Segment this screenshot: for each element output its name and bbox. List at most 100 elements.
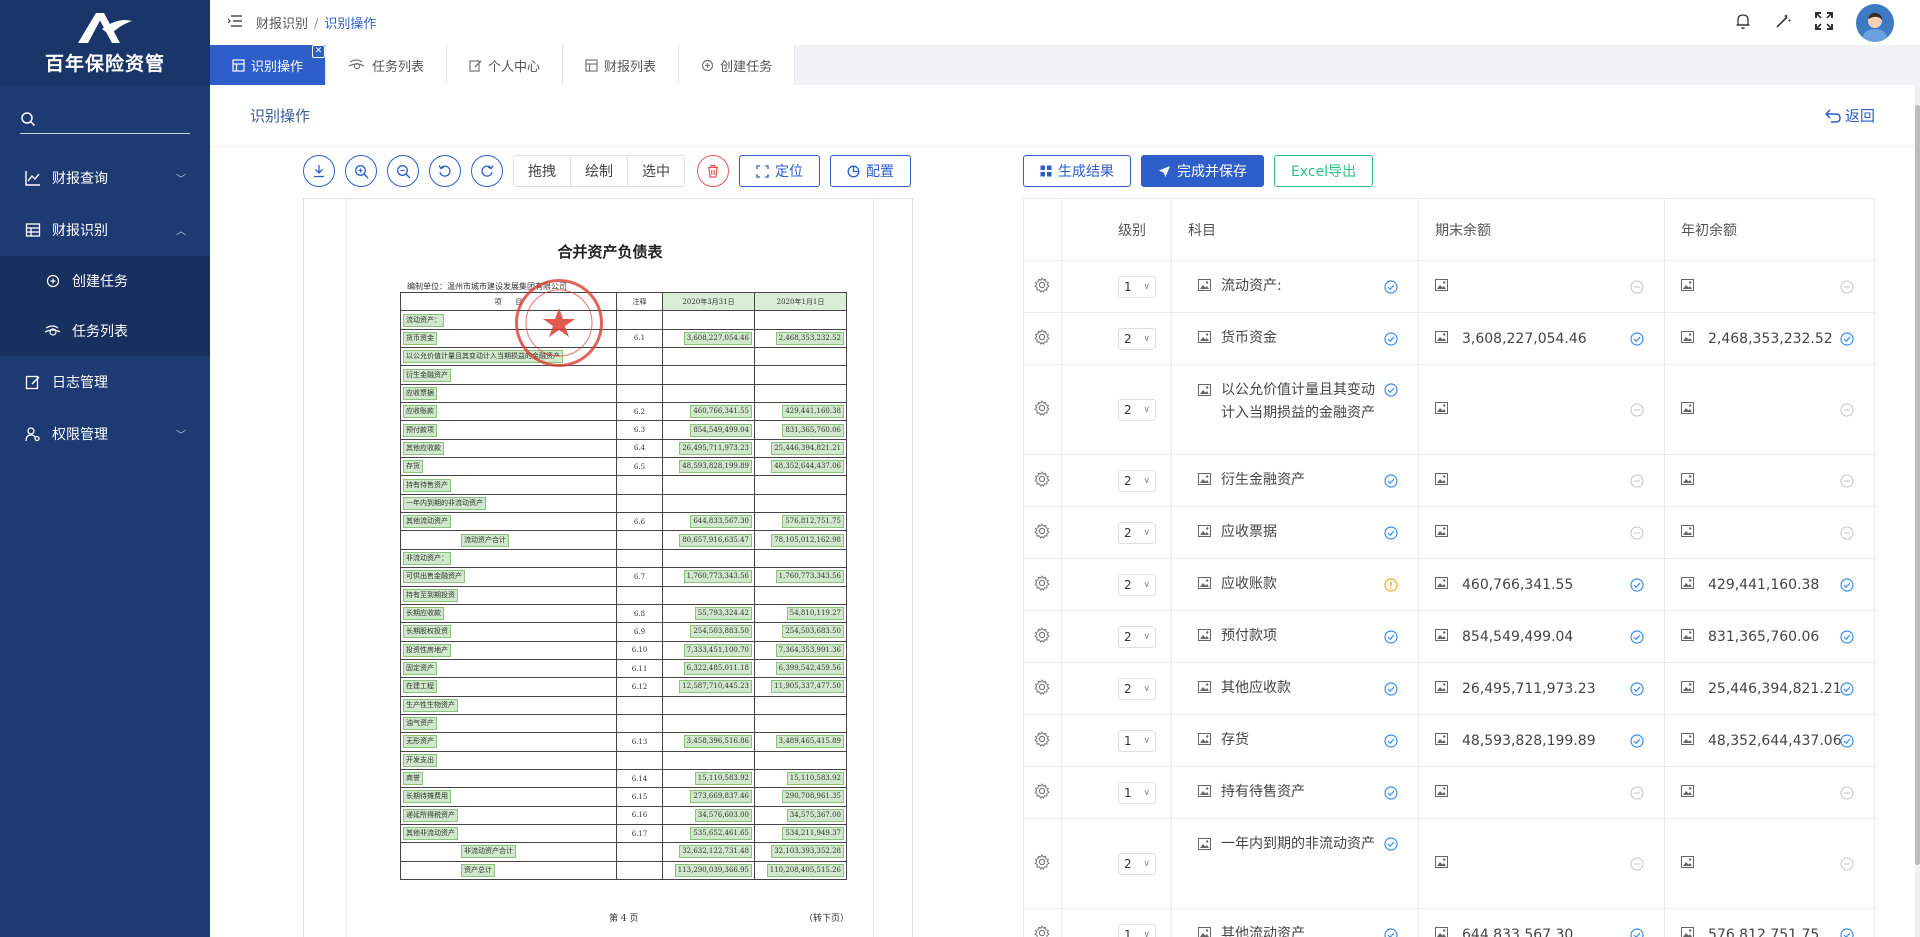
image-icon[interactable] (1198, 472, 1211, 489)
image-icon[interactable] (1198, 576, 1211, 593)
scrollbar-thumb[interactable] (1915, 105, 1920, 865)
gear-icon[interactable] (1034, 678, 1050, 699)
doc-item-text[interactable]: 持有待售资产 (403, 478, 451, 492)
image-icon[interactable] (1198, 784, 1211, 801)
gear-icon[interactable] (1034, 574, 1050, 595)
image-icon[interactable] (1435, 628, 1448, 645)
image-icon[interactable] (1435, 401, 1448, 418)
doc-item-text[interactable]: 长期股权投资 (403, 625, 451, 639)
image-icon[interactable] (1435, 680, 1448, 697)
doc-period-begin-text[interactable]: 254,503,683.50 (782, 625, 844, 639)
sidebar-item-task-list[interactable]: 任务列表 (0, 306, 210, 356)
doc-item-text[interactable]: 生产性生物资产 (403, 698, 458, 712)
level-select[interactable]: 2 ∨ (1118, 398, 1156, 421)
gear-icon[interactable] (1034, 782, 1050, 803)
image-icon[interactable] (1435, 732, 1448, 749)
tab-personal-center[interactable]: 个人中心 (447, 45, 564, 85)
rotate-right-button[interactable] (471, 155, 503, 187)
gear-icon[interactable] (1034, 522, 1050, 543)
doc-period-begin-text[interactable]: 576,812,751.75 (782, 515, 844, 529)
sidebar-search[interactable] (0, 86, 210, 146)
doc-period-begin-text[interactable]: 534,211,949.37 (782, 827, 844, 841)
image-icon[interactable] (1681, 784, 1694, 801)
image-icon[interactable] (1435, 855, 1448, 872)
subject-text[interactable]: 货币资金 (1221, 327, 1277, 350)
doc-period-end-text[interactable]: 6,322,485,011.18 (683, 662, 752, 676)
doc-period-begin-text[interactable]: 34,575,367.00 (786, 808, 844, 822)
doc-period-end-text[interactable]: 26,495,711,973.23 (679, 441, 752, 455)
gear-icon[interactable] (1034, 470, 1050, 491)
level-select[interactable]: 2 ∨ (1118, 625, 1156, 648)
image-icon[interactable] (1435, 784, 1448, 801)
period-end-value[interactable]: 3,608,227,054.46 (1462, 331, 1587, 347)
image-icon[interactable] (1435, 472, 1448, 489)
image-icon[interactable] (1681, 524, 1694, 541)
fullscreen-icon[interactable] (1814, 11, 1834, 35)
level-select[interactable]: 2 ∨ (1118, 677, 1156, 700)
doc-item-text[interactable]: 应收账款 (403, 405, 437, 419)
finish-save-button[interactable]: 完成并保存 (1141, 155, 1264, 187)
period-end-value[interactable]: 48,593,828,199.89 (1462, 733, 1596, 749)
subject-text[interactable]: 其他流动资产 (1221, 923, 1305, 937)
doc-item-text[interactable]: 长期待摊费用 (403, 790, 451, 804)
doc-item-text[interactable]: 存货 (403, 460, 423, 474)
breadcrumb-root[interactable]: 财报识别 (256, 17, 308, 32)
subject-text[interactable]: 以公允价值计量且其变动计入当期损益的金融资产 (1221, 379, 1378, 425)
doc-period-begin-text[interactable]: 3,489,465,415.89 (775, 735, 844, 749)
mode-select-button[interactable]: 选中 (628, 156, 684, 186)
period-begin-value[interactable]: 25,446,394,821.21 (1708, 681, 1842, 697)
level-select[interactable]: 1 ∨ (1118, 729, 1156, 752)
menu-toggle-icon[interactable] (227, 14, 242, 31)
doc-period-begin-text[interactable]: 25,446,394,821.21 (771, 441, 844, 455)
image-icon[interactable] (1681, 472, 1694, 489)
doc-item-text[interactable]: 投资性房地产 (403, 643, 451, 657)
mode-draw-button[interactable]: 绘制 (571, 156, 628, 186)
subject-text[interactable]: 持有待售资产 (1221, 781, 1305, 804)
doc-period-end-text[interactable]: 644,833,567.30 (690, 515, 752, 529)
gear-icon[interactable] (1034, 924, 1050, 937)
doc-period-end-text[interactable]: 32,632,122,731.48 (679, 845, 752, 859)
gear-icon[interactable] (1034, 626, 1050, 647)
zoom-out-button[interactable] (387, 155, 419, 187)
doc-period-end-text[interactable]: 12,587,710,445.23 (679, 680, 752, 694)
image-icon[interactable] (1435, 524, 1448, 541)
doc-item-text[interactable]: 开发支出 (403, 753, 437, 767)
config-button[interactable]: 配置 (830, 155, 911, 187)
image-icon[interactable] (1198, 732, 1211, 749)
doc-item-text[interactable]: 其他应收款 (403, 441, 444, 455)
period-begin-value[interactable]: 576,812,751.75 (1708, 927, 1819, 937)
subject-text[interactable]: 应收票据 (1221, 521, 1277, 544)
image-icon[interactable] (1198, 330, 1211, 347)
doc-item-text[interactable]: 在建工程 (403, 680, 437, 694)
image-icon[interactable] (1435, 576, 1448, 593)
doc-item-text[interactable]: 流动资产： (403, 313, 444, 327)
period-end-value[interactable]: 460,766,341.55 (1462, 577, 1573, 593)
doc-item-text[interactable]: 一年内到期的非流动资产 (403, 496, 486, 510)
period-begin-value[interactable]: 48,352,644,437.06 (1708, 733, 1842, 749)
doc-item-text[interactable]: 流动资产合计 (461, 533, 509, 547)
period-begin-value[interactable]: 831,365,760.06 (1708, 629, 1819, 645)
generate-result-button[interactable]: 生成结果 (1023, 155, 1131, 187)
tab-recognition-operation[interactable]: 识别操作 ✕ (210, 45, 327, 85)
download-button[interactable] (303, 155, 335, 187)
subject-text[interactable]: 其他应收款 (1221, 677, 1291, 700)
level-select[interactable]: 2 ∨ (1118, 327, 1156, 350)
doc-item-text[interactable]: 无形资产 (403, 735, 437, 749)
sidebar-item-report-query[interactable]: 财报查询 ﹀ (0, 152, 210, 204)
subject-text[interactable]: 应收账款 (1221, 573, 1277, 596)
doc-item-text[interactable]: 资产总计 (461, 863, 495, 877)
doc-period-begin-text[interactable]: 48,352,644,437.06 (771, 460, 844, 474)
image-icon[interactable] (1681, 680, 1694, 697)
image-icon[interactable] (1198, 628, 1211, 645)
tab-create-task[interactable]: 创建任务 (679, 45, 796, 85)
image-icon[interactable] (1681, 855, 1694, 872)
image-icon[interactable] (1681, 628, 1694, 645)
doc-period-begin-text[interactable]: 6,399,542,459.56 (775, 662, 844, 676)
close-tab-icon[interactable]: ✕ (312, 45, 326, 58)
image-icon[interactable] (1681, 732, 1694, 749)
gear-icon[interactable] (1034, 853, 1050, 874)
gear-icon[interactable] (1034, 328, 1050, 349)
doc-period-begin-text[interactable]: 110,208,405,515.26 (766, 863, 844, 877)
image-icon[interactable] (1198, 278, 1211, 295)
locate-button[interactable]: 定位 (739, 155, 820, 187)
